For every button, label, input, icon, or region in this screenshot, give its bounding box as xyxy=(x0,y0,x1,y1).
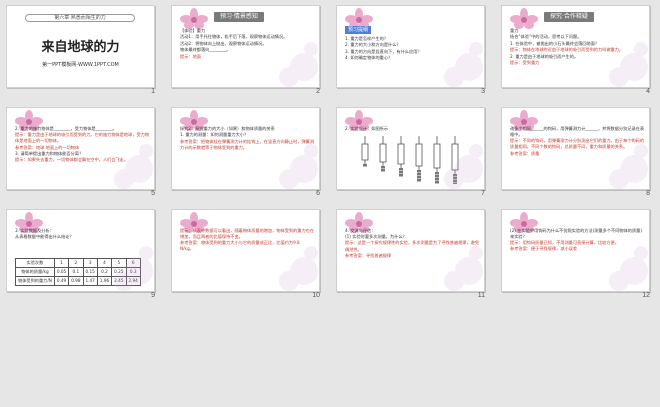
slide-title: 来自地球的力 xyxy=(41,40,120,55)
slide-thumbnail[interactable]: 预习提纲 1. 重力是怎样产生的？ 2. 重力的大小和方向是什么？ 3. 重力的方向是… xyxy=(336,5,485,88)
slide-thumbnail[interactable]: 改多个相同______的钩码，用弹簧测力计______，并将数据分别记录在表格中… xyxy=(501,106,650,190)
slide-thumbnail-cell[interactable]: 预习·情景感知 【体验】重力 活动1：用手托住物体，松手后下落，观察物体运动情况。活… xyxy=(165,0,330,102)
table-cell: 0.49 xyxy=(53,275,70,286)
slide-thumbnail[interactable]: 提示：从表中数据可以看出，随着物体质量的增加，物体受到的重力也在增加，而且两者的… xyxy=(171,208,320,292)
slide-thumbnail[interactable]: 2. 实验设计：如图所示 xyxy=(336,106,485,190)
section-band: 探究·合作释疑 xyxy=(544,12,594,22)
slide-thumbnail-cell[interactable]: 第六章 熟悉而陌生的力 来自地球的力 第一PPT模板网-WWW.1PPT.COM 1 xyxy=(0,0,165,102)
slide-number: 8 xyxy=(646,189,650,197)
slide-thumbnail-cell[interactable]: 提示：从表中数据可以看出，随着物体质量的增加，物体受到的重力也在增加，而且两者的… xyxy=(165,204,330,306)
slide-thumbnail-cell[interactable]: 4. 交流与评估： (1) 实验时要多次测量，为什么？ 提示：这是一个探究规律性的实… xyxy=(330,204,495,306)
flower-icon xyxy=(504,8,544,30)
slide-text-line: 改多个相同______的钩码，用弹簧测力计______，并将数据分别记录在表格中… xyxy=(510,125,645,137)
slide-number: 3 xyxy=(481,88,485,95)
slide-thumbnail-cell[interactable]: 2. 重力的施力物体是________，受力物体是________。 提示：重力是… xyxy=(0,102,165,204)
table-header: 实验次数 xyxy=(15,257,55,268)
slide-text-line: 1. 重力的测量：如何测量重力大小？ xyxy=(180,132,249,138)
slide-thumbnail-cell[interactable]: 探究·合作释疑 重力 结合“体验”中的活动，思考以下问题。 1. 在体验中，被抛出的小… xyxy=(495,0,660,102)
slide-thumbnail[interactable]: 2. 重力的施力物体是________，受力物体是________。 提示：重力是… xyxy=(6,106,155,190)
slide-number: 11 xyxy=(477,291,485,299)
table-cell: 物体受到的重力/N xyxy=(15,275,55,286)
slide-number: 7 xyxy=(481,189,485,197)
slide-thumbnail[interactable]: 4. 交流与评估： (1) 实验时要多次测量，为什么？ 提示：这是一个探究规律性的实… xyxy=(336,208,485,292)
slide-number: 4 xyxy=(646,88,650,95)
slide-number: 5 xyxy=(151,189,155,197)
flower-icon xyxy=(174,8,214,30)
table-cell: 物体的质量/kg xyxy=(15,266,55,277)
slide-thumbnail-cell[interactable]: 3. 实验数据及分析：从表格数据中能得出什么结论？实验次数123456物体的质量… xyxy=(0,204,165,306)
slide-thumbnail-cell[interactable]: (2) 在实验中用钩码为什么不仿照实验的方法(测量多个不同物体的质量)来实验？提… xyxy=(495,204,660,306)
slide-footer: 第一PPT模板网-WWW.1PPT.COM xyxy=(42,62,119,68)
slide-thumbnail-cell[interactable]: 预习提纲 1. 重力是怎样产生的？ 2. 重力的大小和方向是什么？ 3. 重力的方向是… xyxy=(330,0,495,102)
slide-text-line: (2) 在实验中用钩码为什么不仿照实验的方法(测量多个不同物体的质量)来实验？ xyxy=(510,227,642,239)
chapter-label: 第六章 熟悉而陌生的力 xyxy=(25,14,135,22)
table-cell: 0.1 xyxy=(68,266,84,277)
slide-text-line: 2. 实验设计：如图所示 xyxy=(345,125,389,131)
slide-number: 12 xyxy=(642,291,650,299)
slide-text-line: 提示：从表中数据可以看出，随着物体质量的增加，物体受到的重力也在增加，而且两者的… xyxy=(180,227,315,239)
slide-text-line: 3. 实验数据及分析： xyxy=(15,227,54,233)
slide-number: 6 xyxy=(316,189,320,197)
slide-number: 10 xyxy=(312,291,320,299)
slide-number: 1 xyxy=(151,88,155,95)
section-band: 预习·情景感知 xyxy=(214,12,264,22)
slide-thumbnail[interactable]: (2) 在实验中用钩码为什么不仿照实验的方法(测量多个不同物体的质量)来实验？提… xyxy=(501,208,650,292)
slide-thumbnail-cell[interactable]: 探究2：探究重力的大小（如果）和物体质量的关系 1. 重力的测量：如何测量重力大小… xyxy=(165,102,330,204)
slide-sorter-grid: 第六章 熟悉而陌生的力 来自地球的力 第一PPT模板网-WWW.1PPT.COM 1 预… xyxy=(0,0,660,407)
slide-thumbnail[interactable]: 探究2：探究重力的大小（如果）和物体质量的关系 1. 重力的测量：如何测量重力大小… xyxy=(171,106,320,190)
slide-text-line: 从表格数据中能得出什么结论？ xyxy=(15,233,74,239)
outline-tag: 预习提纲 xyxy=(345,26,372,34)
slide-thumbnail[interactable]: 第六章 熟悉而陌生的力来自地球的力第一PPT模板网-WWW.1PPT.COM xyxy=(6,5,155,88)
slide-text-line: 4. 交流与评估： xyxy=(345,227,376,233)
slide-thumbnail[interactable]: 探究·合作释疑 重力 结合“体验”中的活动，思考以下问题。 1. 在体验中，被抛出的小… xyxy=(501,5,650,88)
slide-thumbnail-cell[interactable]: 2. 实验设计：如图所示 7 xyxy=(330,102,495,204)
table-cell: 0.05 xyxy=(53,266,70,277)
table-cell: 0.98 xyxy=(68,275,84,286)
slide-thumbnail[interactable]: 3. 实验数据及分析：从表格数据中能得出什么结论？实验次数123456物体的质量… xyxy=(6,208,155,292)
slide-thumbnail-cell[interactable]: 改多个相同______的钩码，用弹簧测力计______，并将数据分别记录在表格中… xyxy=(495,102,660,204)
slide-number: 9 xyxy=(151,291,155,299)
table-header: 1 xyxy=(53,257,70,268)
slide-number: 2 xyxy=(316,88,320,95)
slide-thumbnail[interactable]: 预习·情景感知 【体验】重力 活动1：用手托住物体，松手后下落，观察物体运动情况。活… xyxy=(171,5,320,88)
table-header: 2 xyxy=(68,257,84,268)
